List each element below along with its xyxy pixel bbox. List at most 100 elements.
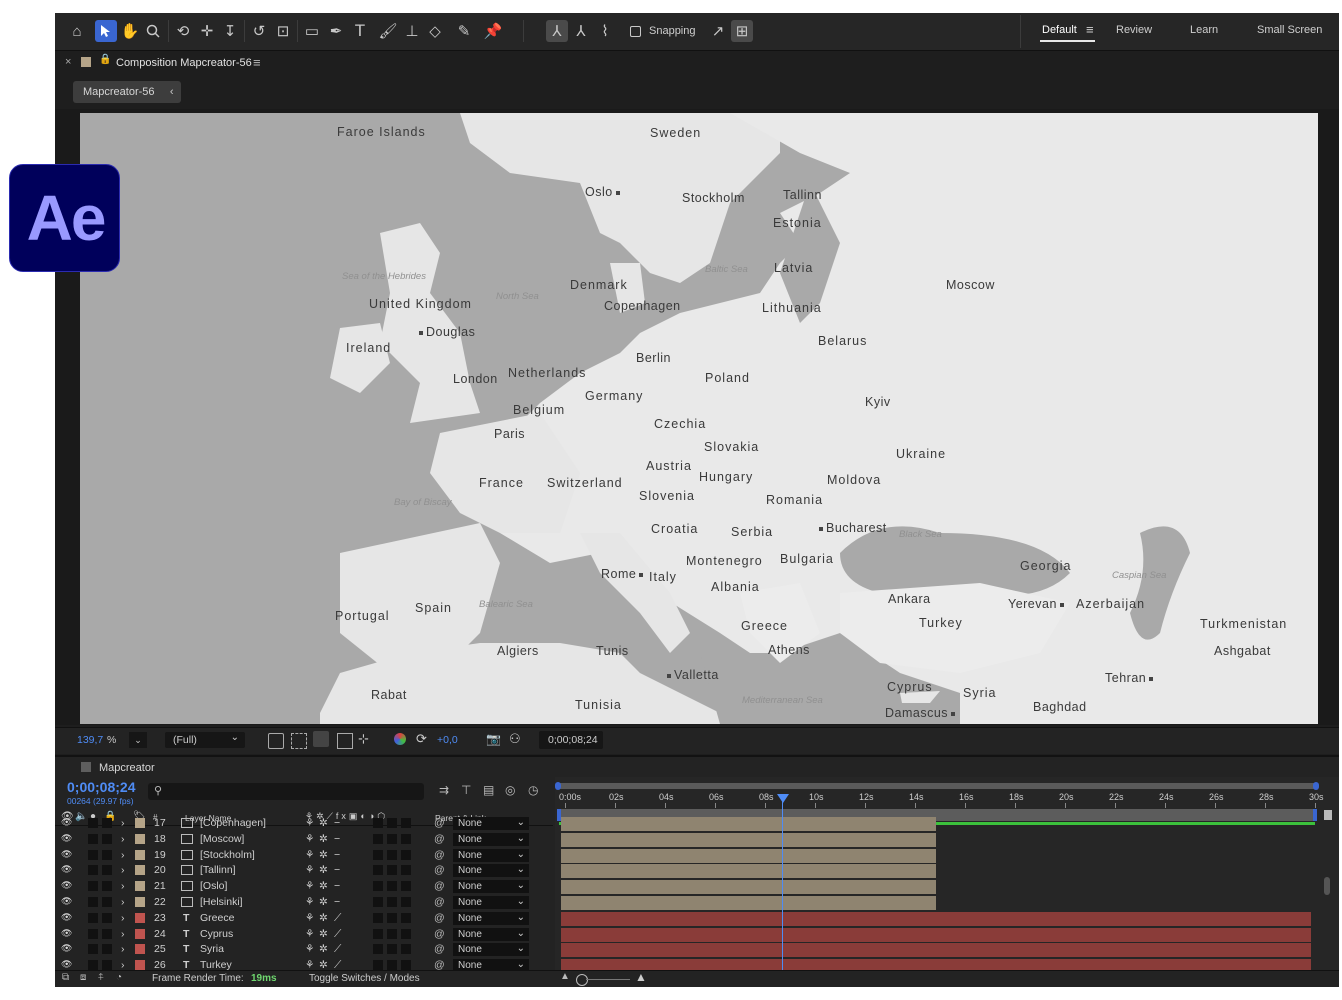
parent-dropdown[interactable]: None ⌄ [453, 864, 529, 878]
workspace-learn[interactable]: Learn [1190, 24, 1218, 36]
layer-row[interactable]: 👁 › 19 [Stockholm] ⚘ ✲ − @ None ⌄ [55, 848, 553, 863]
audio-switch[interactable] [88, 944, 98, 955]
adjustment-switch[interactable] [387, 928, 397, 939]
layer-switches-toggle-icon[interactable]: ⧉ [62, 972, 69, 983]
view-axis-icon[interactable]: ⌇ [594, 20, 616, 42]
layer-row[interactable]: 👁 › 23 T Greece ⚘ ✲ ⟋ @ None ⌄ [55, 911, 553, 926]
collapse-switch-icon[interactable]: ✲ [319, 928, 328, 940]
effect-switch[interactable] [373, 865, 383, 876]
3d-switch[interactable] [401, 849, 411, 860]
layer-duration-bar[interactable] [561, 896, 936, 910]
layer-name[interactable]: [Copenhagen] [200, 817, 266, 829]
layer-name[interactable]: Greece [200, 912, 234, 924]
collapse-switch-icon[interactable]: ✲ [319, 849, 328, 861]
effect-switch[interactable] [373, 912, 383, 923]
layer-duration-bar[interactable] [561, 848, 936, 863]
3d-switch[interactable] [401, 818, 411, 828]
pick-whip-icon[interactable]: @ [434, 912, 445, 924]
3d-switch[interactable] [401, 944, 411, 955]
collapse-switch-icon[interactable]: ✲ [319, 943, 328, 955]
hand-tool-icon[interactable]: ✋ [119, 20, 141, 42]
audio-switch[interactable] [88, 865, 98, 876]
visibility-eye-icon[interactable]: 👁 [61, 833, 72, 844]
fast-previews-icon[interactable] [268, 733, 284, 749]
pick-whip-icon[interactable]: @ [434, 896, 445, 908]
type-tool-icon[interactable]: T [349, 20, 371, 42]
effect-switch[interactable] [373, 881, 383, 892]
visibility-eye-icon[interactable]: 👁 [61, 928, 72, 939]
visibility-eye-icon[interactable]: 👁 [61, 943, 72, 954]
workspace-menu-icon[interactable]: ≡ [1086, 22, 1094, 37]
timeline-tab-title[interactable]: Mapcreator [99, 762, 155, 774]
expand-chevron-icon[interactable]: › [121, 880, 125, 892]
solo-switch[interactable] [102, 818, 112, 828]
collapse-switch-icon[interactable]: ✲ [319, 833, 328, 845]
parent-dropdown[interactable]: None ⌄ [453, 832, 529, 846]
solo-switch[interactable] [102, 944, 112, 955]
layer-label-color[interactable] [135, 897, 145, 907]
adjustment-switch[interactable] [387, 881, 397, 892]
layer-row[interactable]: 👁 › 18 [Moscow] ⚘ ✲ − @ None ⌄ [55, 832, 553, 847]
snapping-option-icon[interactable]: ↗ [707, 20, 729, 42]
comp-breadcrumb[interactable]: Mapcreator-56 ‹ [73, 81, 181, 103]
solo-switch[interactable] [102, 912, 112, 923]
effect-switch[interactable] [373, 833, 383, 844]
3d-switch[interactable] [401, 865, 411, 876]
pick-whip-icon[interactable]: @ [434, 817, 445, 829]
zoom-slider-handle[interactable] [576, 974, 588, 986]
render-time-toggle-icon[interactable]: ◔ [116, 972, 122, 983]
comp-marker-bin[interactable] [1324, 810, 1332, 820]
selection-tool-icon[interactable] [95, 20, 117, 42]
zoom-tool-icon[interactable] [142, 20, 164, 42]
layer-row[interactable]: 👁 › 22 [Helsinki] ⚘ ✲ − @ None ⌄ [55, 895, 553, 910]
layer-duration-bar[interactable] [561, 927, 1311, 942]
mask-visibility-icon[interactable] [313, 731, 329, 747]
solo-switch[interactable] [102, 897, 112, 907]
layer-duration-bar[interactable] [561, 864, 936, 879]
layer-row[interactable]: 👁 › 17 [Copenhagen] ⚘ ✲ − @ None ⌄ [55, 816, 553, 831]
visibility-eye-icon[interactable]: 👁 [61, 912, 72, 923]
snapping-checkbox[interactable] [630, 26, 641, 37]
layer-label-color[interactable] [135, 928, 145, 939]
layer-name[interactable]: [Helsinki] [200, 896, 243, 908]
visibility-eye-icon[interactable]: 👁 [61, 817, 72, 828]
parent-dropdown[interactable]: None ⌄ [453, 896, 529, 909]
expand-chevron-icon[interactable]: › [121, 864, 125, 876]
layer-label-color[interactable] [135, 912, 145, 923]
adjustment-switch[interactable] [387, 944, 397, 955]
panel-menu-icon[interactable]: ≡ [253, 55, 261, 70]
pick-whip-icon[interactable]: @ [434, 864, 445, 876]
layer-label-color[interactable] [135, 944, 145, 955]
expand-chevron-icon[interactable]: › [121, 943, 125, 955]
quality-switch-icon[interactable]: − [334, 880, 340, 892]
current-time-field[interactable]: 0;00;08;24 [539, 731, 603, 749]
layer-duration-bar[interactable] [561, 911, 1311, 926]
visibility-eye-icon[interactable]: 👁 [61, 896, 72, 907]
resolution-dropdown[interactable]: (Full) ⌄ [165, 732, 245, 748]
audio-switch[interactable] [88, 960, 98, 971]
layer-row[interactable]: 👁 › 20 [Tallinn] ⚘ ✲ − @ None ⌄ [55, 863, 553, 878]
comp-mini-flowchart-icon[interactable]: ⇉ [439, 783, 449, 797]
parent-dropdown[interactable]: None ⌄ [453, 943, 529, 957]
layer-label-color[interactable] [135, 960, 145, 971]
collapse-switch-icon[interactable]: ✲ [319, 912, 328, 924]
solo-switch[interactable] [102, 865, 112, 876]
zoom-out-icon[interactable]: ▲ [560, 971, 570, 982]
adjustment-switch[interactable] [387, 849, 397, 860]
rectangle-tool-icon[interactable]: ▭ [301, 20, 323, 42]
shy-switch-icon[interactable]: ⚘ [305, 896, 314, 908]
adjustment-switch[interactable] [387, 833, 397, 844]
layer-name[interactable]: [Stockholm] [200, 849, 255, 861]
layer-name[interactable]: [Moscow] [200, 833, 244, 845]
brush-tool-icon[interactable]: 🖌 [377, 20, 399, 42]
adjustment-switch[interactable] [387, 912, 397, 923]
track-xy-camera-icon[interactable]: ✛ [196, 20, 218, 42]
zoom-in-icon[interactable]: ▲ [635, 970, 647, 984]
shy-layers-icon[interactable]: ▤ [483, 783, 494, 797]
zoom-dropdown[interactable]: ⌄ [129, 732, 147, 748]
visibility-eye-icon[interactable]: 👁 [61, 959, 72, 970]
close-panel-icon[interactable]: × [65, 56, 71, 68]
solo-switch[interactable] [102, 928, 112, 939]
layer-row[interactable]: 👁 › 25 T Syria ⚘ ✲ ⟋ @ None ⌄ [55, 942, 553, 957]
audio-switch[interactable] [88, 818, 98, 828]
